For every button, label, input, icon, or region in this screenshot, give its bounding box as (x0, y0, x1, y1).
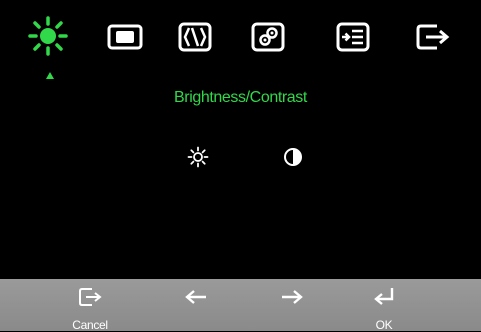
image-setup-icon (178, 22, 212, 52)
ok-button[interactable]: OK (354, 279, 414, 332)
tab-options[interactable] (331, 14, 375, 58)
image-position-icon (107, 24, 143, 50)
contrast-option[interactable] (279, 143, 307, 171)
right-arrow-button[interactable] (262, 279, 322, 331)
image-properties-icon (251, 22, 285, 52)
contrast-icon (284, 148, 302, 166)
tab-image-position[interactable] (103, 14, 147, 58)
sun-icon (187, 146, 209, 168)
ok-label: OK (375, 318, 393, 332)
cancel-label: Cancel (72, 318, 108, 332)
tab-image-properties[interactable] (246, 14, 290, 58)
tab-brightness[interactable] (26, 14, 70, 58)
left-arrow-icon (185, 290, 206, 304)
menu-title: Brightness/Contrast (174, 89, 307, 106)
right-arrow-icon (282, 290, 303, 304)
enter-icon (374, 288, 394, 305)
options-icon (336, 22, 370, 52)
osd-menu: Brightness/Contrast Cancel OK (0, 0, 481, 332)
exit-icon (79, 288, 102, 306)
control-key-bar: Cancel OK (0, 279, 481, 332)
brightness-icon (28, 16, 68, 56)
tab-image-setup[interactable] (173, 14, 217, 58)
exit-icon (416, 24, 450, 50)
selected-tab-indicator (46, 72, 54, 79)
tab-exit[interactable] (411, 14, 455, 58)
brightness-option[interactable] (184, 143, 212, 171)
menu-tab-bar (0, 0, 481, 79)
cancel-button[interactable]: Cancel (60, 279, 120, 332)
left-arrow-button[interactable] (166, 279, 226, 331)
